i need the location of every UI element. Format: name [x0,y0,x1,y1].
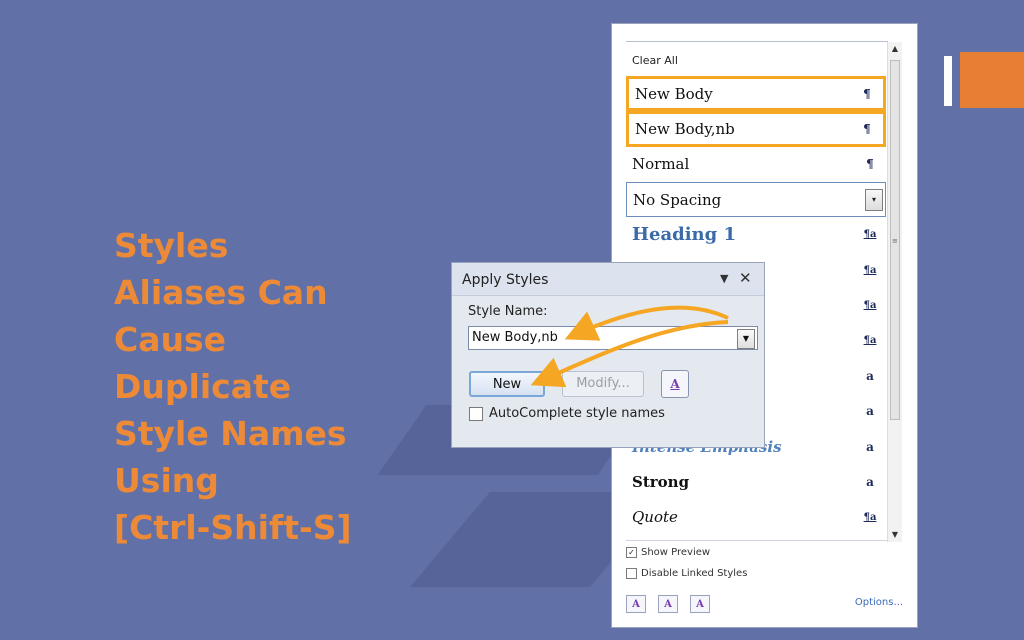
style-item-new-body[interactable]: New Body ¶ [626,76,886,112]
dialog-header[interactable]: Apply Styles ▼ ✕ [452,263,764,296]
style-item-label: Quote [632,508,678,527]
clear-all-item[interactable]: Clear All [626,42,886,76]
paragraph-style-icon: ¶ [863,121,871,136]
autocomplete-checkbox[interactable] [469,406,483,421]
linked-style-icon: ¶a [863,335,877,347]
paragraph-style-icon: ¶ [863,86,871,101]
style-name-value: New Body,nb [472,330,558,345]
scrollbar-thumb[interactable]: ≡ [890,60,900,420]
style-name-input[interactable]: New Body,nb ▼ [468,326,758,350]
title-line: [Ctrl-Shift-S] [114,508,352,547]
title-line: Cause [114,320,227,359]
accent-box [960,52,1024,108]
paragraph-style-icon: ¶ [866,157,874,172]
accent-bar [944,56,952,106]
style-item-normal[interactable]: Normal ¶ [626,147,886,182]
style-item-label: Strong [632,472,690,491]
dialog-menu-icon[interactable]: ▼ [720,272,728,285]
disable-linked-option[interactable]: Disable Linked Styles [626,568,747,579]
style-item-label: New Body,nb [635,119,735,138]
pane-divider [626,540,888,541]
styles-pane-icon[interactable]: A [661,370,689,398]
vertical-scrollbar[interactable]: ▲ ≡ ▼ [887,42,902,542]
style-dropdown-button[interactable]: ▾ [865,188,883,211]
manage-styles-icon[interactable]: A [690,595,710,613]
title-line: Styles [114,226,229,265]
character-style-icon: a [866,369,874,384]
style-item-label: Normal [632,155,690,174]
style-item-label: Heading 1 [632,224,737,246]
slide-title: Styles Aliases Can Cause Duplicate Style… [114,222,414,551]
character-style-icon: a [866,404,874,419]
title-line: Style Names [114,414,347,453]
style-item-label: No Spacing [633,190,722,209]
title-line: Using [114,461,219,500]
style-item-new-body-nb[interactable]: New Body,nb ¶ [626,111,886,147]
options-link[interactable]: Options... [855,597,903,608]
new-button[interactable]: New [469,371,545,397]
character-style-icon: a [866,439,874,454]
character-style-icon: a [866,474,874,489]
style-item-no-spacing[interactable]: No Spacing ▾ [626,181,886,218]
linked-style-icon: ¶a [863,511,877,523]
chevron-down-icon[interactable]: ▼ [737,329,755,349]
linked-style-icon: ¶a [863,229,877,241]
close-icon[interactable]: ✕ [739,269,752,287]
style-item-heading-1[interactable]: Heading 1 ¶a [626,217,886,252]
scroll-up-icon[interactable]: ▲ [888,42,902,56]
modify-button[interactable]: Modify... [562,371,644,397]
pane-toolbar: A A A [626,595,722,613]
disable-linked-checkbox[interactable] [626,568,637,579]
scroll-down-icon[interactable]: ▼ [888,528,902,542]
style-name-label: Style Name: [468,304,548,319]
apply-styles-dialog: Apply Styles ▼ ✕ Style Name: New Body,nb… [451,262,765,448]
style-item-label: New Body [635,84,713,103]
autocomplete-label: AutoComplete style names [489,406,665,421]
new-style-icon[interactable]: A [626,595,646,613]
style-item-quote[interactable]: Quote ¶a [626,500,886,535]
style-inspector-icon[interactable]: A [658,595,678,613]
title-line: Duplicate [114,367,292,406]
autocomplete-option[interactable]: AutoComplete style names [469,406,665,421]
show-preview-option[interactable]: ✓ Show Preview [626,547,710,558]
grip-icon: ≡ [892,237,898,245]
title-line: Aliases Can [114,273,328,312]
show-preview-label: Show Preview [641,547,711,558]
disable-linked-label: Disable Linked Styles [641,568,748,579]
style-item-strong[interactable]: Strong a [626,464,886,499]
linked-style-icon: ¶a [863,299,877,311]
dialog-title: Apply Styles [462,272,549,288]
show-preview-checkbox[interactable]: ✓ [626,547,637,558]
linked-style-icon: ¶a [863,264,877,276]
